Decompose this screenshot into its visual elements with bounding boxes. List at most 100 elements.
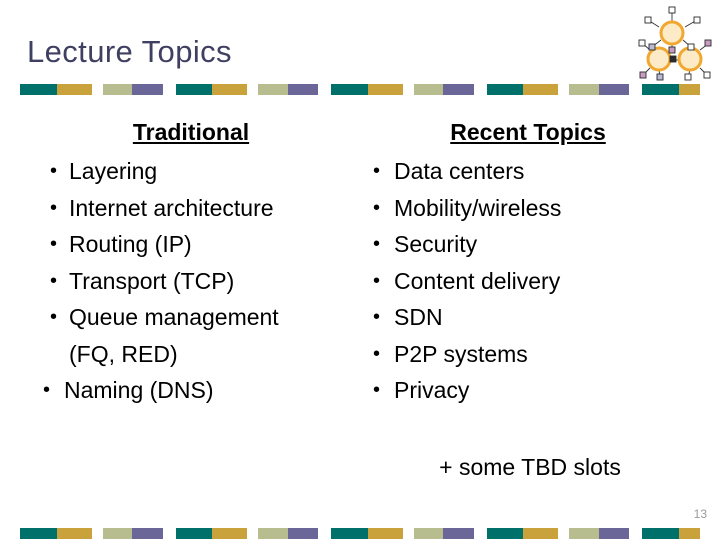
list-item-label: Security xyxy=(394,231,478,257)
decorative-bar-gap xyxy=(629,84,643,95)
bullet-icon: • xyxy=(43,379,51,401)
decorative-bar-unit xyxy=(642,84,700,95)
decorative-bar-unit xyxy=(486,528,643,539)
bullet-icon: • xyxy=(373,160,381,182)
list-item-label: Transport (TCP) xyxy=(69,267,235,294)
decorative-bar-gap xyxy=(629,528,643,539)
decorative-bar-segment-gold xyxy=(367,84,403,95)
decorative-bar-bottom xyxy=(20,528,700,539)
list-item-label: Internet architecture xyxy=(69,194,274,221)
decorative-bar-segment-purple xyxy=(132,84,163,95)
decorative-bar-unit xyxy=(175,84,332,95)
decorative-bar-segment-purple xyxy=(598,84,630,95)
decorative-bar-segment-teal xyxy=(175,528,213,539)
list-item-label: SDN xyxy=(394,304,443,330)
decorative-bar-segment-gold xyxy=(523,528,559,539)
list-item: • Transport (TCP) xyxy=(22,263,352,300)
decorative-bar-segment-purple xyxy=(287,528,319,539)
list-item: • Layering xyxy=(22,153,352,190)
bullet-icon: • xyxy=(50,196,58,219)
decorative-bar-gap xyxy=(558,528,570,539)
decorative-bar-segment-gold xyxy=(678,528,700,539)
decorative-bar-segment-teal xyxy=(331,84,368,95)
network-nodes-logo xyxy=(628,2,716,82)
decorative-bar-segment-sage xyxy=(413,84,444,95)
decorative-bar-unit xyxy=(486,84,643,95)
column-heading-recent: Recent Topics xyxy=(450,119,606,145)
decorative-bar-segment-sage xyxy=(258,528,288,539)
bullet-icon: • xyxy=(50,160,58,182)
decorative-bar-unit xyxy=(642,528,700,539)
column-traditional: Traditional • Layering • Internet architect… xyxy=(22,118,352,409)
list-item: • SDN xyxy=(352,299,692,336)
decorative-bar-segment-purple xyxy=(132,528,163,539)
decorative-bar-segment-sage xyxy=(102,528,133,539)
list-item-label: Layering xyxy=(69,158,158,184)
decorative-bar-gap xyxy=(318,528,332,539)
decorative-bar-unit xyxy=(20,84,176,95)
decorative-bar-gap xyxy=(91,528,103,539)
slide-canvas: Lecture Topics Traditional • Layering • … xyxy=(0,0,720,540)
bullet-icon: • xyxy=(373,196,381,219)
bullet-icon: • xyxy=(373,269,381,292)
list-item-label: Data centers xyxy=(394,158,525,184)
list-item-label: Routing (IP) xyxy=(69,231,192,257)
decorative-bar-segment-sage xyxy=(102,84,133,95)
decorative-bar-segment-gold xyxy=(56,528,92,539)
list-item-label: Mobility/wireless xyxy=(394,194,562,221)
decorative-bar-segment-purple xyxy=(598,528,630,539)
decorative-bar-segment-teal xyxy=(20,528,57,539)
decorative-bar-gap xyxy=(318,84,332,95)
decorative-bar-gap xyxy=(91,84,103,95)
decorative-bar-unit xyxy=(175,528,332,539)
list-item-continuation: (FQ, RED) xyxy=(69,340,178,367)
decorative-bar-segment-sage xyxy=(413,528,444,539)
decorative-bar-segment-teal xyxy=(486,84,524,95)
decorative-bar-unit xyxy=(331,84,487,95)
column-recent: Recent Topics • Data centers • Mobility/wir… xyxy=(352,118,692,409)
list-item-label: Privacy xyxy=(394,377,470,403)
decorative-bar-segment-gold xyxy=(56,84,92,95)
list-item: • Queue management (FQ, RED) xyxy=(22,299,352,372)
decorative-bar-segment-gold xyxy=(212,84,248,95)
decorative-bar-segment-purple xyxy=(287,84,319,95)
decorative-bar-segment-gold xyxy=(523,84,559,95)
decorative-bar-segment-purple xyxy=(443,528,474,539)
list-item-label: Queue management xyxy=(69,304,279,330)
list-item: • Content delivery xyxy=(352,263,692,300)
bullet-icon: • xyxy=(50,306,58,328)
decorative-bar-segment-teal xyxy=(642,528,679,539)
bullet-icon: • xyxy=(373,342,381,365)
list-item: • P2P systems xyxy=(352,336,692,373)
topic-list-recent: • Data centers • Mobility/wireless • Security… xyxy=(352,153,692,409)
decorative-bar-segment-sage xyxy=(569,84,599,95)
decorative-bar-gap xyxy=(473,84,487,95)
decorative-bar-gap xyxy=(247,84,259,95)
page-number: 13 xyxy=(693,507,707,521)
topic-list-traditional: • Layering • Internet architecture • Routing … xyxy=(22,153,352,409)
decorative-bar-gap xyxy=(402,528,414,539)
list-item-label: Naming (DNS) xyxy=(64,377,214,403)
list-item: • Privacy xyxy=(352,372,692,409)
list-item: • Routing (IP) xyxy=(22,226,352,263)
decorative-bar-gap xyxy=(473,528,487,539)
decorative-bar-segment-teal xyxy=(331,528,368,539)
bullet-icon: • xyxy=(50,269,58,292)
bullet-icon: • xyxy=(373,379,381,401)
decorative-bar-gap xyxy=(402,84,414,95)
decorative-bar-top xyxy=(20,84,700,95)
decorative-bar-segment-sage xyxy=(569,528,599,539)
decorative-bar-gap xyxy=(247,528,259,539)
decorative-bar-segment-teal xyxy=(175,84,213,95)
list-item: • Mobility/wireless xyxy=(352,190,692,227)
list-item: • Internet architecture xyxy=(22,190,352,227)
column-heading-traditional: Traditional xyxy=(132,119,250,145)
list-item: • Naming (DNS) xyxy=(22,372,352,409)
tbd-slots-note: + some TBD slots xyxy=(439,454,621,480)
list-item-label: Content delivery xyxy=(394,267,561,294)
decorative-bar-segment-teal xyxy=(20,84,57,95)
decorative-bar-unit xyxy=(20,528,176,539)
decorative-bar-gap xyxy=(162,528,176,539)
decorative-bar-segment-sage xyxy=(258,84,288,95)
bullet-icon: • xyxy=(373,233,381,255)
